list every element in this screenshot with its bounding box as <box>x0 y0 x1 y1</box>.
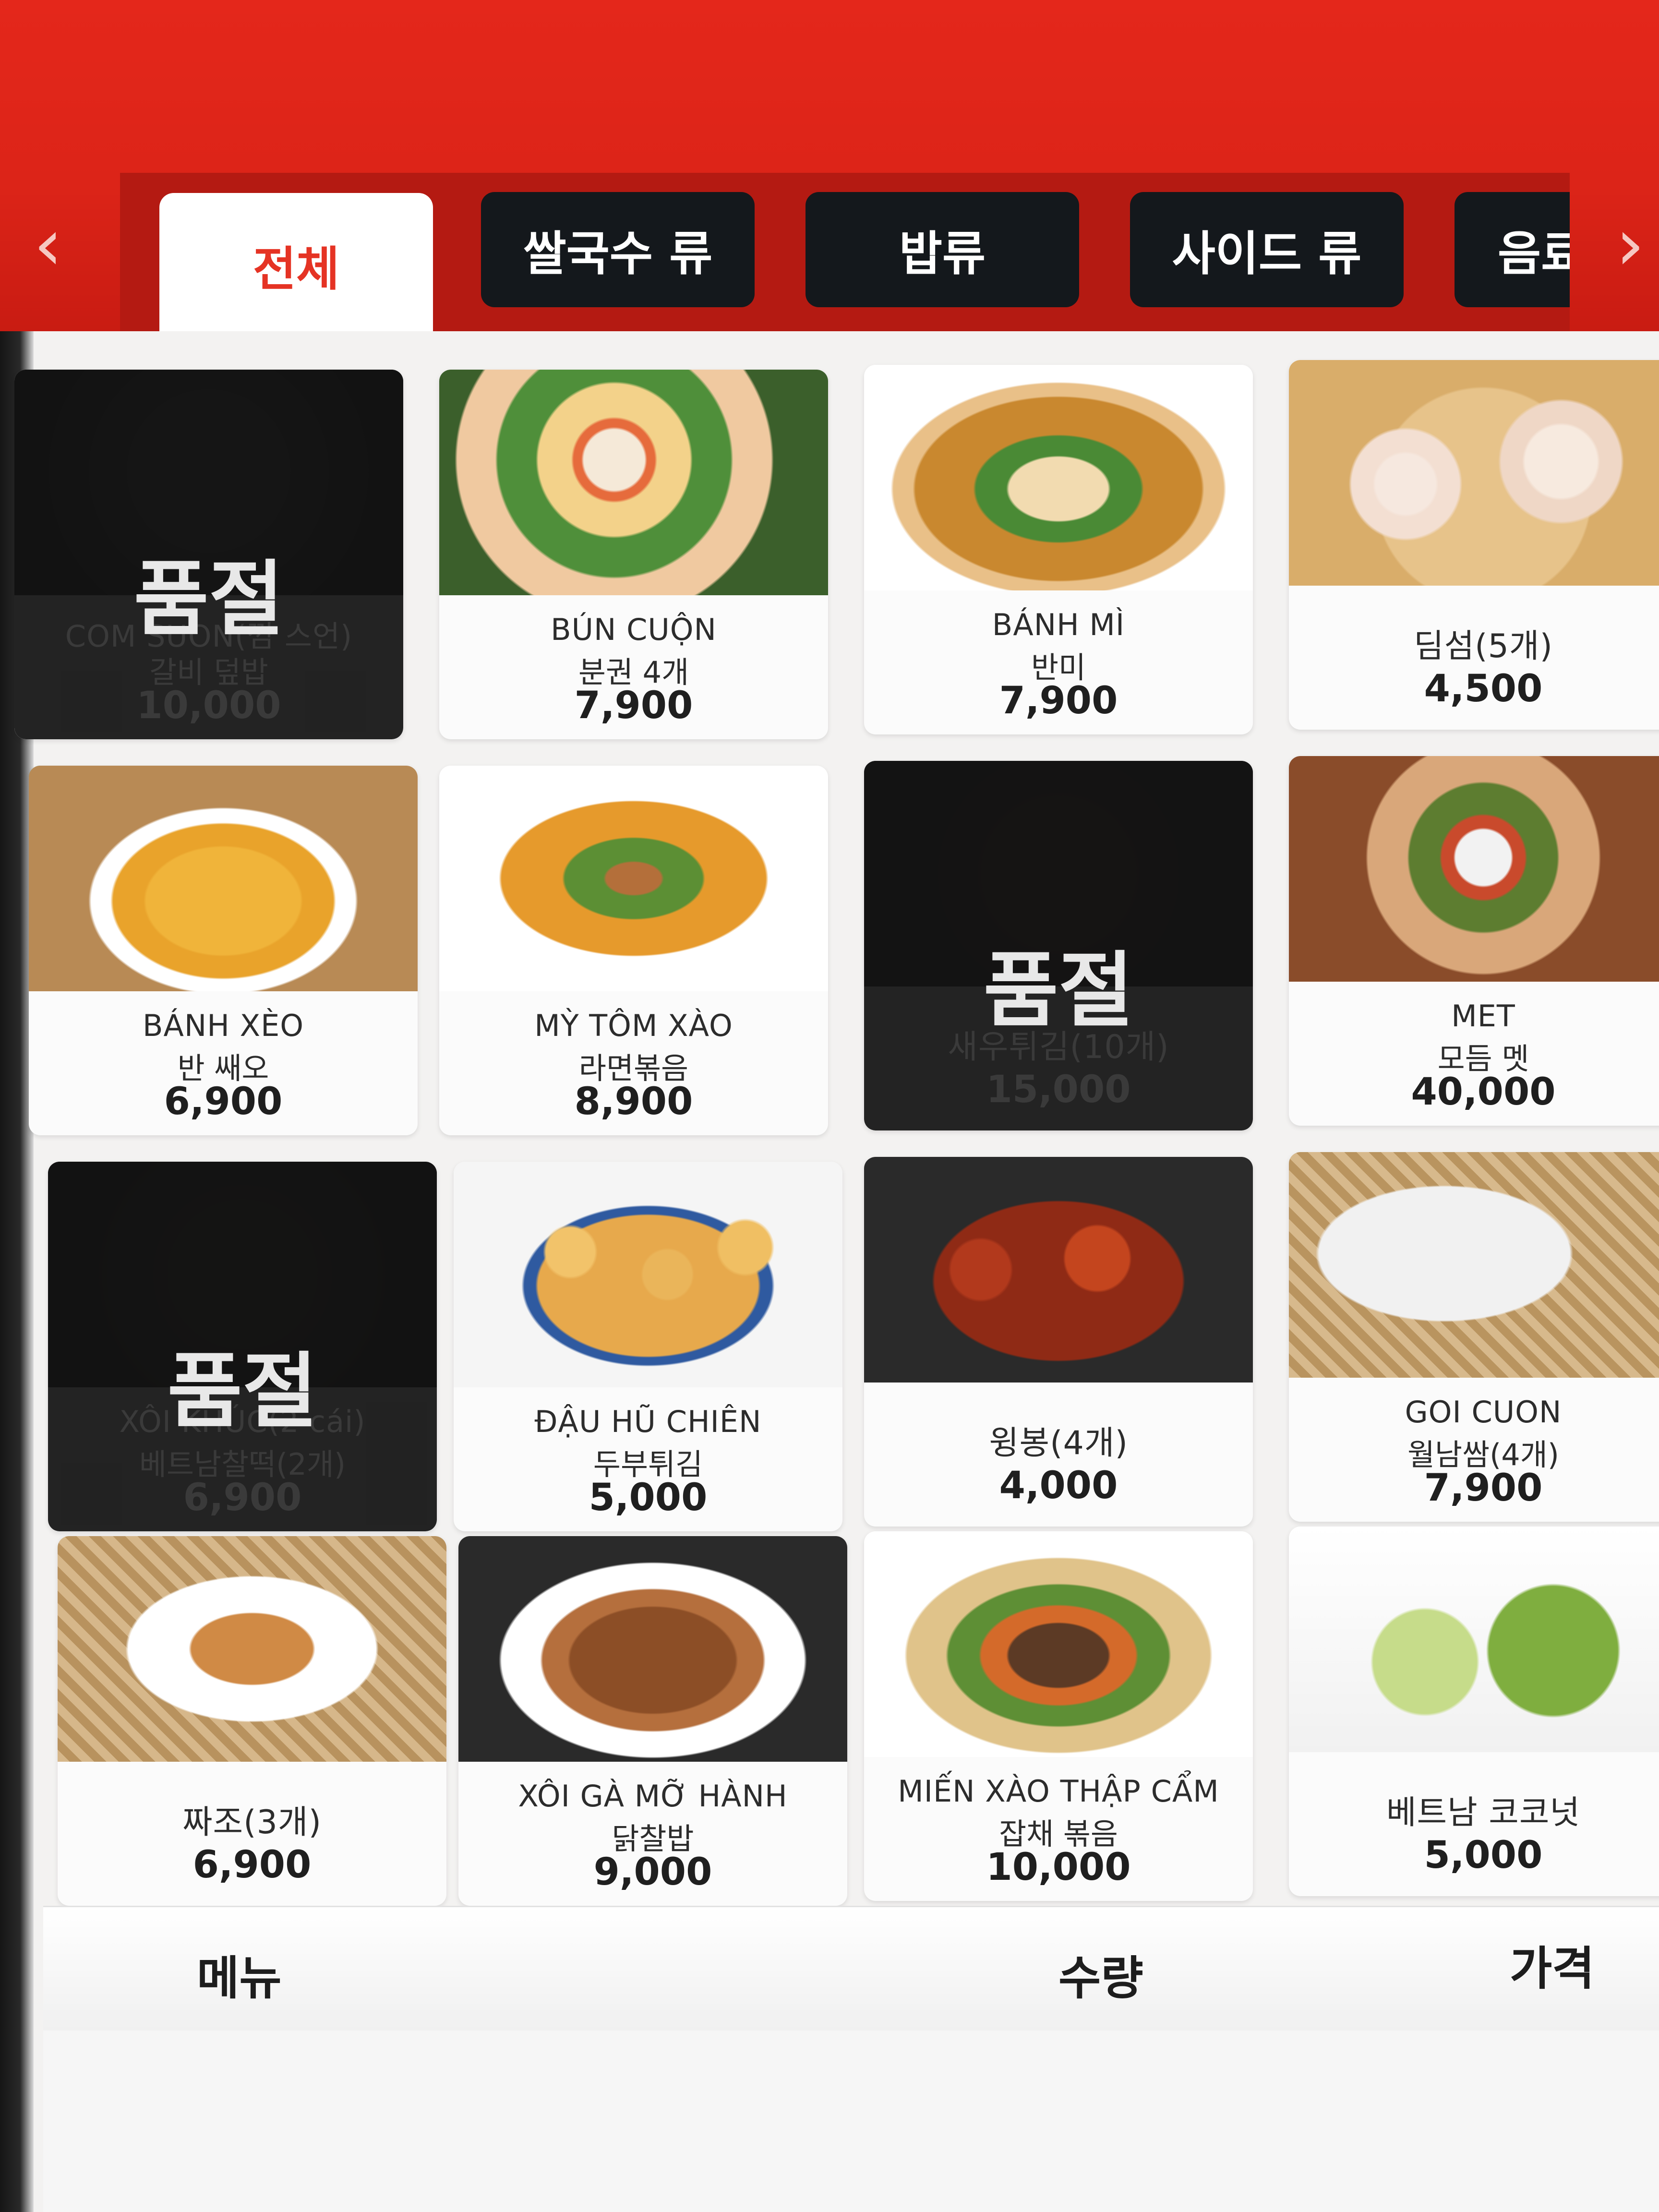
menu-item-price: 40,000 <box>1411 1070 1556 1114</box>
menu-item-photo <box>1289 1152 1659 1378</box>
menu-item-photo <box>864 1157 1253 1382</box>
tab-drinks[interactable]: 음료 <box>1455 192 1570 307</box>
menu-item-card: COM SUON(껌 스언) 갈비 덮밥 10,000 품절 <box>14 370 403 739</box>
prev-category-arrow-icon[interactable]: ‹ <box>19 206 77 283</box>
menu-item-price: 9,000 <box>593 1851 712 1894</box>
order-summary-header: 메뉴 수량 가격 <box>43 1906 1659 2033</box>
menu-item-price: 7,900 <box>999 679 1118 722</box>
menu-item-name: GOI CUON <box>1405 1395 1562 1430</box>
menu-item-name: ĐẬU HŨ CHIÊN <box>534 1404 762 1439</box>
food-image <box>58 1536 446 1762</box>
menu-item-card[interactable]: MET 모듬 멧 40,000 <box>1289 756 1659 1126</box>
menu-item-photo <box>864 365 1253 590</box>
menu-item-name: MIẾN XÀO THẬP CẨM <box>898 1774 1219 1809</box>
food-image <box>454 1162 842 1387</box>
menu-item-price: 4,500 <box>1424 667 1543 710</box>
menu-item-card: XÔI KHÚC(2 cái) 베트남찰떡(2개) 6,900 품절 <box>48 1162 437 1531</box>
food-image <box>1289 360 1659 586</box>
column-quantity-label: 수량 <box>1058 1951 1143 2005</box>
menu-item-name: 베트남 코코넛 <box>1386 1794 1580 1832</box>
menu-item-card[interactable]: BÚN CUỘN 분권 4개 7,900 <box>439 370 828 739</box>
menu-item-name: MỲ TÔM XÀO <box>534 1008 733 1043</box>
soldout-badge: 품절 <box>983 943 1134 1038</box>
order-list-area <box>43 2031 1659 2212</box>
menu-item-price: 10,000 <box>986 1846 1131 1889</box>
column-price-label: 가격 <box>1510 1942 1595 1996</box>
food-image <box>439 370 828 595</box>
soldout-badge: 품절 <box>133 552 284 647</box>
menu-item-name: MET <box>1451 998 1515 1034</box>
menu-item-name: BÁNH XÈO <box>142 1008 304 1043</box>
menu-item-card[interactable]: MỲ TÔM XÀO 라면볶음 8,900 <box>439 766 828 1135</box>
menu-item-card[interactable]: MIẾN XÀO THẬP CẨM 잡채 볶음 10,000 <box>864 1531 1253 1901</box>
menu-item-card[interactable]: BÁNH MÌ 반미 7,900 <box>864 365 1253 734</box>
menu-item-photo <box>439 370 828 595</box>
menu-item-photo <box>439 766 828 991</box>
menu-item-card: 새우튀김(10개) 15,000 품절 <box>864 761 1253 1130</box>
menu-item-photo <box>1289 360 1659 586</box>
menu-item-price: 5,000 <box>1424 1834 1543 1877</box>
tab-all[interactable]: 전체 <box>159 193 433 331</box>
category-tabs: 전체 쌀국수 류 밥류 사이드 류 음료 <box>120 173 1570 331</box>
menu-item-price: 15,000 <box>986 1068 1131 1111</box>
menu-item-name: 윙봉(4개) <box>988 1424 1128 1462</box>
menu-item-name: BÁNH MÌ <box>992 607 1125 642</box>
food-image <box>439 766 828 991</box>
menu-item-photo <box>1289 756 1659 982</box>
tab-side[interactable]: 사이드 류 <box>1130 192 1404 307</box>
menu-item-price: 7,900 <box>574 684 693 727</box>
food-image <box>29 766 418 991</box>
menu-item-card[interactable]: GOI CUON 월남쌈(4개) 7,900 <box>1289 1152 1659 1522</box>
food-image <box>864 1531 1253 1757</box>
menu-item-card[interactable]: 베트남 코코넛 5,000 <box>1289 1527 1659 1896</box>
menu-item-photo <box>58 1536 446 1762</box>
menu-item-photo <box>458 1536 847 1762</box>
menu-item-photo <box>454 1162 842 1387</box>
soldout-badge: 품절 <box>167 1344 318 1439</box>
menu-item-photo <box>1289 1527 1659 1752</box>
menu-item-name: 짜조(3개) <box>182 1803 322 1841</box>
menu-item-price: 4,000 <box>999 1464 1118 1507</box>
menu-item-name: 딤섬(5개) <box>1413 627 1553 665</box>
tab-pho[interactable]: 쌀국수 류 <box>481 192 755 307</box>
food-image <box>458 1536 847 1762</box>
food-image <box>1289 1152 1659 1378</box>
menu-item-name: BÚN CUỘN <box>551 612 717 647</box>
menu-item-card[interactable]: 딤섬(5개) 4,500 <box>1289 360 1659 730</box>
menu-item-price: 8,900 <box>574 1080 693 1123</box>
tab-rice[interactable]: 밥류 <box>805 192 1079 307</box>
column-menu-label: 메뉴 <box>197 1951 282 2005</box>
menu-item-price: 6,900 <box>183 1476 302 1519</box>
menu-item-price: 5,000 <box>589 1476 708 1519</box>
food-image <box>864 1157 1253 1382</box>
menu-item-card[interactable]: BÁNH XÈO 반 쌔오 6,900 <box>29 766 418 1135</box>
menu-item-name: XÔI GÀ MỠ HÀNH <box>518 1779 788 1814</box>
food-image <box>864 365 1253 590</box>
menu-item-price: 7,900 <box>1424 1467 1543 1510</box>
menu-item-card[interactable]: XÔI GÀ MỠ HÀNH 닭찰밥 9,000 <box>458 1536 847 1906</box>
food-image <box>1289 756 1659 982</box>
menu-item-photo <box>29 766 418 991</box>
next-category-arrow-icon[interactable]: › <box>1601 206 1659 283</box>
menu-item-card[interactable]: 짜조(3개) 6,900 <box>58 1536 446 1906</box>
menu-item-photo <box>864 1531 1253 1757</box>
food-image <box>1289 1527 1659 1752</box>
menu-item-price: 6,900 <box>164 1080 283 1123</box>
menu-item-price: 6,900 <box>192 1843 312 1887</box>
menu-item-card[interactable]: ĐẬU HŨ CHIÊN 두부튀김 5,000 <box>454 1162 842 1531</box>
menu-item-card[interactable]: 윙봉(4개) 4,000 <box>864 1157 1253 1527</box>
menu-item-price: 10,000 <box>136 684 281 727</box>
